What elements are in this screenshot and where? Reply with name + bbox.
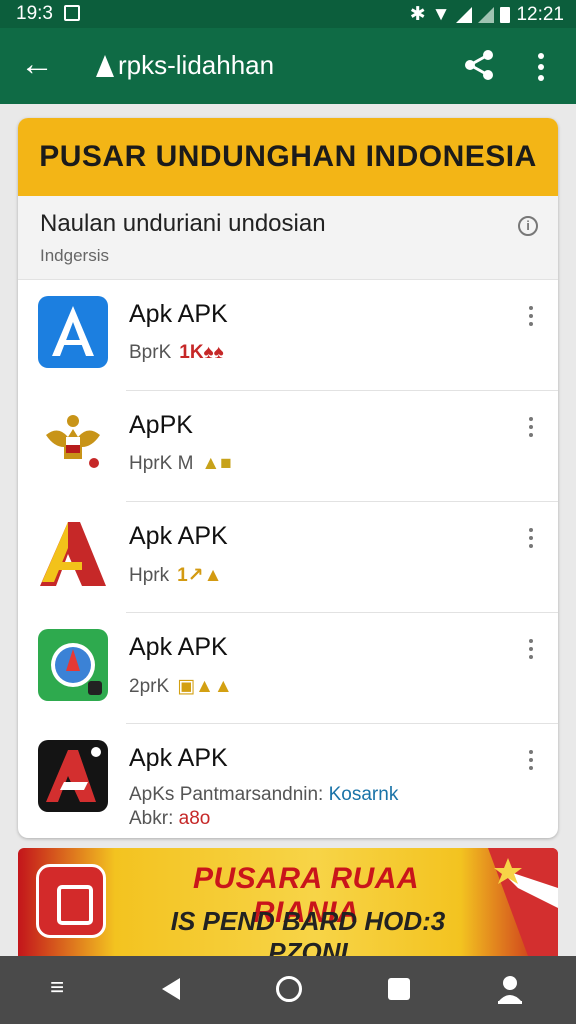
- app-list-item[interactable]: Apk APK ApKs Pantmarsandnin: Kosarnk Abk…: [18, 724, 558, 835]
- promo-subtitle: IS PEND BARD HOD:3 PZONI: [170, 906, 446, 956]
- app-list-item[interactable]: Apk APK 2prK ▣▲▲: [18, 613, 558, 724]
- nav-back-icon[interactable]: [162, 978, 180, 1000]
- bluetooth-icon: ✱: [409, 4, 426, 25]
- app-subtitle: BprK 1K♠♠: [129, 342, 224, 363]
- nav-home-icon[interactable]: [276, 976, 302, 1002]
- app-subtitle: Hprk 1↗▲: [129, 565, 223, 586]
- subheader-subtitle: Indgersis: [40, 246, 109, 265]
- banner-title: PUSAR UNDUNGHAN INDONESIA: [39, 140, 537, 173]
- battery-icon: [500, 6, 511, 23]
- app-title: rpks-lidahhan: [118, 50, 275, 80]
- more-vert-icon[interactable]: [532, 50, 550, 84]
- app-list-item[interactable]: ApPK HprK M ▲■: [18, 391, 558, 502]
- app-name: Apk APK: [129, 633, 228, 661]
- app-subtitle: ApKs Pantmarsandnin: Kosarnk: [129, 784, 399, 805]
- status-clock: 12:21: [516, 3, 564, 25]
- promo-banner[interactable]: PUSARA RUAA RIANIA IS PEND BARD HOD:3 PZ…: [18, 848, 558, 956]
- subheader: Naulan unduriani undosian Indgersis i: [18, 196, 558, 280]
- app-bar: ← rpks-lidahhan: [0, 28, 576, 104]
- app-logo-icon: [96, 54, 114, 77]
- share-icon[interactable]: [462, 48, 496, 82]
- status-time: 19:3: [16, 3, 53, 24]
- nav-menu-icon[interactable]: ≡: [50, 974, 64, 1002]
- bag-app-icon: [36, 864, 106, 938]
- flag-decoration-icon: [488, 848, 558, 956]
- back-arrow-icon[interactable]: ←: [20, 44, 54, 84]
- app-subtitle: 2prK ▣▲▲: [129, 676, 233, 697]
- subheader-title: Naulan unduriani undosian: [40, 210, 326, 237]
- item-more-icon[interactable]: [528, 639, 534, 659]
- notification-icon: [64, 5, 80, 21]
- compass-app-icon: [38, 629, 108, 701]
- item-more-icon[interactable]: [528, 417, 534, 437]
- item-more-icon[interactable]: [528, 750, 534, 770]
- app-name: ApPK: [129, 411, 193, 439]
- nav-profile-icon[interactable]: [498, 974, 522, 1004]
- nav-recents-icon[interactable]: [388, 978, 410, 1000]
- content-card: PUSAR UNDUNGHAN INDONESIA Naulan unduria…: [18, 118, 558, 838]
- info-icon[interactable]: i: [518, 216, 538, 236]
- status-icons: ✱ ▼ 12:21: [410, 3, 564, 26]
- signal-2-icon: [478, 6, 495, 23]
- signal-icon: [456, 6, 473, 23]
- app-subtitle-2: Abkr: a8o: [129, 808, 211, 829]
- app-name: Apk APK: [129, 300, 228, 328]
- system-nav-bar: ≡: [0, 956, 576, 1024]
- garuda-emblem-icon: [38, 407, 108, 479]
- app-title-group: rpks-lidahhan: [96, 50, 274, 81]
- section-banner: PUSAR UNDUNGHAN INDONESIA: [18, 118, 558, 196]
- app-list-item[interactable]: Apk APK BprK 1K♠♠: [18, 280, 558, 391]
- app-store-icon: [38, 296, 108, 368]
- app-name: Apk APK: [129, 744, 228, 772]
- status-bar: 19:3 ✱ ▼ 12:21: [0, 0, 576, 28]
- app-list-item[interactable]: Apk APK Hprk 1↗▲: [18, 502, 558, 613]
- wifi-icon: ▼: [431, 3, 451, 25]
- item-more-icon[interactable]: [528, 306, 534, 326]
- app-name: Apk APK: [129, 522, 228, 550]
- letter-a-icon: [38, 518, 108, 590]
- red-a-app-icon: [38, 740, 108, 812]
- item-more-icon[interactable]: [528, 528, 534, 548]
- app-subtitle: HprK M ▲■: [129, 453, 232, 474]
